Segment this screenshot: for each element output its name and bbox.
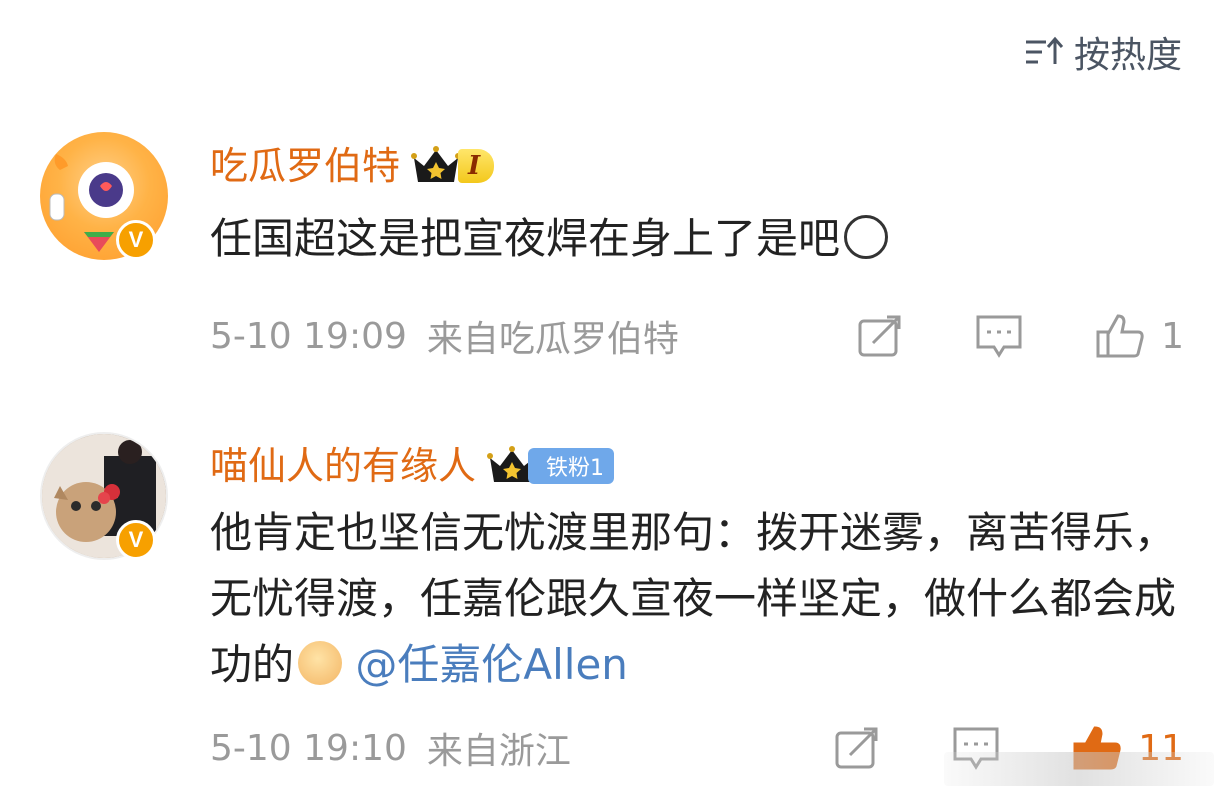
sort-label: 按热度 [1073, 35, 1182, 76]
watermark [944, 752, 1214, 786]
repost-button[interactable] [857, 315, 903, 357]
username[interactable]: 吃瓜罗伯特 [210, 144, 400, 188]
sort-icon [1024, 34, 1064, 70]
source-label: 来自吃瓜罗伯特 [426, 319, 679, 360]
comment-meta: 5-10 19:09 来自吃瓜罗伯特 1 [210, 310, 1184, 362]
timestamp: 5-10 19:09 [210, 315, 407, 357]
fan-badge: 铁粉1 [528, 448, 615, 484]
panda-emoji-icon [844, 215, 889, 259]
fist-emoji-icon [298, 641, 343, 685]
mention-link[interactable]: @任嘉伦Allen [355, 640, 628, 689]
comment-icon [976, 315, 1022, 358]
level-badge: I [458, 149, 495, 183]
crown-icon [410, 144, 462, 188]
sort-toggle[interactable]: 按热度 [1024, 26, 1182, 78]
verified-v-icon: V [116, 220, 156, 260]
username[interactable]: 喵仙人的有缘人 [210, 444, 476, 488]
verified-v-icon: V [116, 520, 156, 560]
source-label: 来自浙江 [426, 731, 571, 772]
repost-icon [835, 727, 878, 769]
comment-button[interactable] [975, 314, 1023, 358]
like-button[interactable]: 1 [1095, 312, 1184, 360]
timestamp: 5-10 19:10 [210, 727, 407, 769]
comment-text: 任国超这是把宣夜焊在身上了是吧 [210, 206, 1190, 272]
repost-button[interactable] [834, 727, 880, 769]
thumbs-up-icon [1096, 314, 1144, 358]
repost-icon [858, 315, 901, 357]
like-count: 1 [1161, 315, 1184, 357]
comment-text: 他肯定也坚信无忧渡里那句：拨开迷雾，离苦得乐，无忧得渡，任嘉伦跟久宣夜一样坚定，… [210, 508, 1177, 689]
